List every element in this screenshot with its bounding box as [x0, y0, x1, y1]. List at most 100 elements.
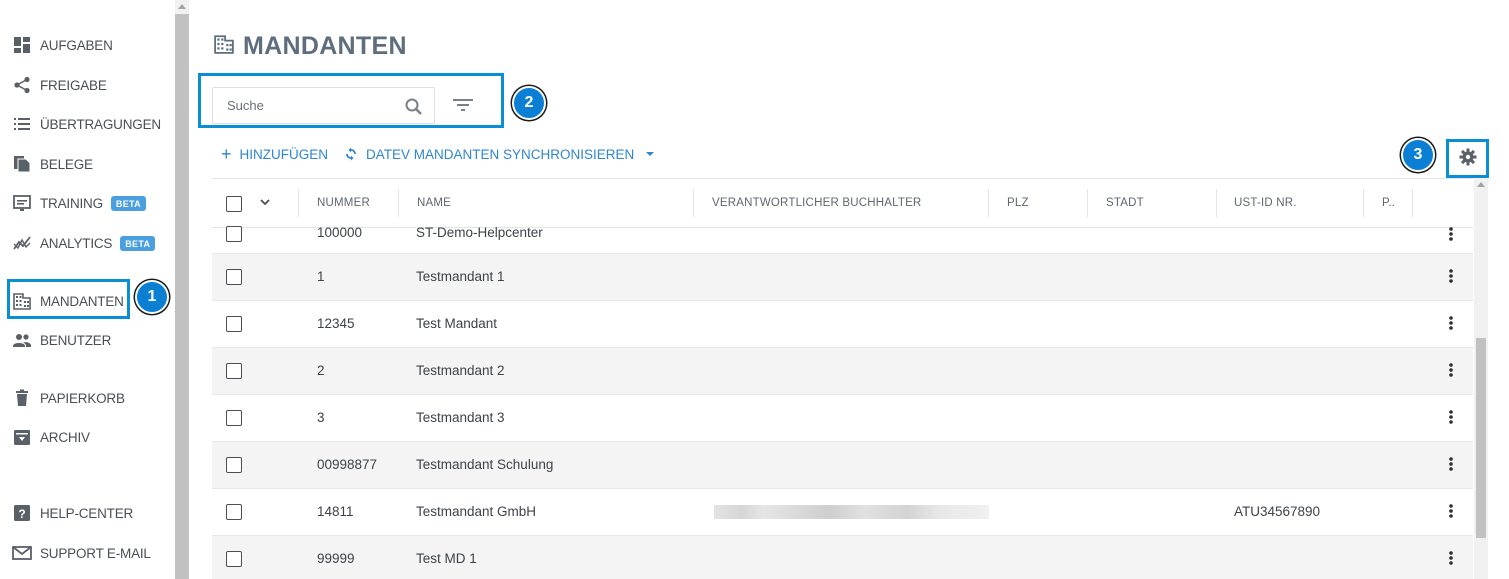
column-separator[interactable] [988, 189, 989, 217]
more-vert-icon[interactable] [1448, 409, 1454, 428]
search-input[interactable] [213, 98, 393, 113]
column-header-stadt[interactable]: STADT [1106, 197, 1144, 209]
sidebar-item-label: FREIGABE [40, 77, 107, 93]
cell-nummer: 1 [317, 269, 325, 284]
sidebar-item-label: PAPIERKORB [40, 390, 125, 406]
page-title-text: MANDANTEN [243, 32, 407, 60]
cell-nummer: 99999 [317, 551, 355, 566]
sidebar-item-label: ARCHIV [40, 429, 90, 445]
table-row[interactable]: 3 Testmandant 3 [212, 395, 1473, 442]
help-icon: ? [12, 503, 32, 523]
sidebar-item-label: SUPPORT E-MAIL [40, 545, 151, 561]
mandanten-table: NUMMER NAME VERANTWORTLICHER BUCHHALTER … [212, 178, 1473, 579]
more-vert-icon[interactable] [1448, 315, 1454, 334]
select-all-checkbox[interactable] [226, 196, 242, 212]
list-icon [12, 114, 32, 134]
column-separator[interactable] [1363, 189, 1364, 217]
more-vert-icon[interactable] [1448, 550, 1454, 569]
column-separator[interactable] [398, 189, 399, 217]
table-row[interactable]: 00998877 Testmandant Schulung [212, 442, 1473, 489]
scroll-up-icon[interactable] [178, 4, 186, 9]
column-separator[interactable] [1412, 189, 1413, 217]
cell-name: Test MD 1 [416, 551, 477, 566]
archive-icon [12, 427, 32, 447]
sidebar-item-label: HELP-CENTER [40, 505, 134, 521]
sidebar-item-support-email[interactable]: SUPPORT E-MAIL [12, 542, 151, 564]
chevron-down-icon[interactable] [646, 152, 655, 156]
row-checkbox[interactable] [226, 226, 242, 242]
table-row[interactable]: 14811 Testmandant GmbH ATU34567890 [212, 489, 1473, 536]
sync-button[interactable]: DATEV MANDANTEN SYNCHRONISIEREN [344, 147, 634, 162]
trash-icon [12, 388, 32, 408]
row-checkbox[interactable] [226, 504, 242, 520]
column-header-plz[interactable]: PLZ [1007, 197, 1029, 209]
column-header-ust-id[interactable]: UST-ID NR. [1234, 197, 1297, 209]
row-checkbox[interactable] [226, 457, 242, 473]
column-header-nummer[interactable]: NUMMER [317, 197, 370, 209]
scrollbar-thumb[interactable] [1476, 338, 1486, 538]
dashboard-icon [12, 35, 32, 55]
column-separator[interactable] [693, 189, 694, 217]
table-row[interactable]: 2 Testmandant 2 [212, 348, 1473, 395]
sidebar-item-aufgaben[interactable]: AUFGABEN [12, 34, 113, 56]
table-scrollbar[interactable] [1474, 178, 1488, 579]
sidebar-item-analytics[interactable]: ANALYTICS BETA [12, 232, 156, 254]
redacted-buchhalter [714, 505, 989, 519]
app: AUFGABEN FREIGABE ÜBERTRAGUNGEN BELEGE T… [0, 0, 1509, 579]
sidebar-item-label: TRAINING [40, 195, 103, 211]
add-button[interactable]: + HINZUFÜGEN [221, 145, 328, 163]
building-icon [213, 32, 235, 61]
cell-ust-id: ATU34567890 [1234, 504, 1321, 519]
gear-icon[interactable] [1458, 147, 1478, 172]
cell-name: ST-Demo-Helpcenter [416, 225, 543, 240]
table-row[interactable]: 12345 Test Mandant [212, 301, 1473, 348]
more-vert-icon[interactable] [1448, 268, 1454, 287]
sidebar-item-papierkorb[interactable]: PAPIERKORB [12, 387, 125, 409]
row-checkbox[interactable] [226, 410, 242, 426]
mail-icon [12, 543, 32, 563]
sidebar-item-label: AUFGABEN [40, 37, 113, 53]
table-row[interactable]: 1 Testmandant 1 [212, 254, 1473, 301]
sidebar-item-benutzer[interactable]: BENUTZER [12, 329, 111, 351]
chevron-down-icon[interactable] [259, 196, 271, 211]
sidebar-item-help-center[interactable]: ? HELP-CENTER [12, 502, 133, 524]
sidebar-item-belege[interactable]: BELEGE [12, 153, 93, 175]
column-separator[interactable] [1087, 189, 1088, 217]
sidebar-scrollbar[interactable] [175, 0, 189, 579]
column-header-p[interactable]: P.. [1382, 197, 1395, 209]
toolbar: + HINZUFÜGEN DATEV MANDANTEN SYNCHRONISI… [221, 145, 655, 163]
cell-name: Testmandant 1 [416, 269, 505, 284]
sidebar-item-uebertragungen[interactable]: ÜBERTRAGUNGEN [12, 113, 161, 135]
cell-nummer: 2 [317, 363, 325, 378]
sidebar-item-freigabe[interactable]: FREIGABE [12, 74, 107, 96]
sidebar-item-label: BELEGE [40, 156, 93, 172]
step-marker-2: 2 [512, 86, 546, 120]
sidebar-item-archiv[interactable]: ARCHIV [12, 426, 90, 448]
more-vert-icon[interactable] [1448, 362, 1454, 381]
scroll-up-icon[interactable] [1477, 182, 1485, 187]
column-separator[interactable] [1216, 189, 1217, 217]
more-vert-icon[interactable] [1448, 503, 1454, 522]
scrollbar-thumb[interactable] [175, 14, 189, 579]
cell-name: Testmandant Schulung [416, 457, 554, 472]
row-checkbox[interactable] [226, 363, 242, 379]
table-row[interactable]: 100000 ST-Demo-Helpcenter [212, 225, 1473, 254]
row-checkbox[interactable] [226, 551, 242, 567]
table-row[interactable]: 99999 Test MD 1 [212, 536, 1473, 579]
search-icon[interactable] [404, 97, 424, 122]
row-checkbox[interactable] [226, 269, 242, 285]
filter-icon[interactable] [453, 97, 473, 118]
share-icon [12, 75, 32, 95]
column-separator[interactable] [298, 189, 299, 217]
cell-name: Test Mandant [416, 316, 498, 331]
add-button-label: HINZUFÜGEN [239, 146, 329, 162]
column-header-name[interactable]: NAME [417, 197, 451, 209]
sidebar-item-training[interactable]: TRAINING BETA [12, 192, 146, 214]
column-header-buchhalter[interactable]: VERANTWORTLICHER BUCHHALTER [712, 197, 921, 209]
search-box [212, 87, 435, 124]
more-vert-icon[interactable] [1448, 226, 1454, 245]
training-icon [12, 193, 32, 213]
analytics-icon [12, 233, 32, 253]
row-checkbox[interactable] [226, 316, 242, 332]
more-vert-icon[interactable] [1448, 456, 1454, 475]
